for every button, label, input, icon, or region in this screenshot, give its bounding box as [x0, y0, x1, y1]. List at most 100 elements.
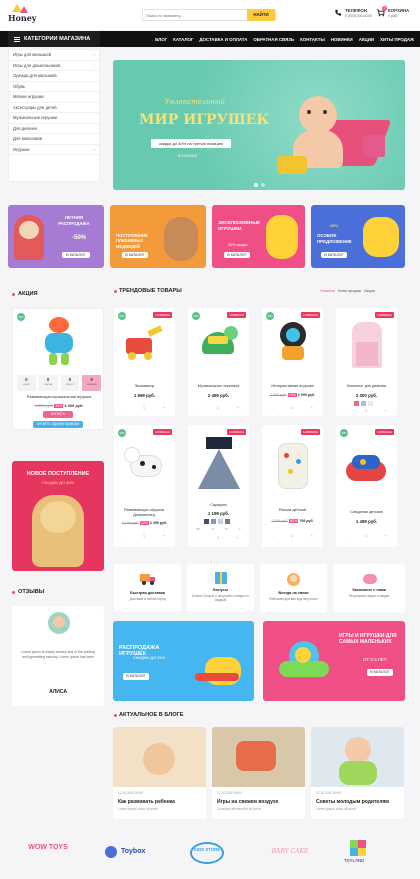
color-swatches[interactable] — [354, 401, 373, 406]
promo-button[interactable]: В КАТАЛОГ — [122, 252, 148, 258]
quantity-stepper[interactable]: -1 + — [346, 408, 387, 414]
slider-dot[interactable] — [254, 183, 258, 187]
logo[interactable]: Honey — [8, 4, 38, 26]
product-card[interactable]: ХИТ НОВИНКА Интерактивная игрушка 2 500 … — [262, 308, 323, 416]
quantity-stepper[interactable]: -1 + — [124, 533, 165, 539]
brand-logo-toyland[interactable]: TOYLAND — [342, 838, 402, 868]
sale-product-name[interactable]: Развивающая музыкальная игрушка — [13, 395, 105, 399]
promo-title: ЛЕТНЯЯ РАСПРОДАЖА — [58, 215, 90, 226]
phone-block[interactable]: ТЕЛЕФОН 8 (000) 000-00-00 — [334, 8, 374, 22]
site-header: Honey НАЙТИ ТЕЛЕФОН 8 (000) 000-00-00 0 … — [0, 0, 420, 30]
sidebar-item-music-toys[interactable]: Музыкальные игрушки — [9, 113, 99, 124]
tab-sales[interactable]: Акции — [364, 289, 375, 293]
feature-bonus: Бонусы Копите бонусы и получайте товары … — [187, 564, 254, 612]
hero-catalog-button[interactable]: В КАТАЛОГ — [175, 154, 201, 160]
sidebar-item-accessories[interactable]: Аксессуары для детей — [9, 103, 99, 113]
sidebar-item-baby-games[interactable]: Игры для малышей › — [9, 50, 99, 61]
slider-dot[interactable] — [261, 183, 265, 187]
tab-hits[interactable]: Хиты продаж — [338, 289, 361, 293]
promo-extra: -50% — [71, 235, 86, 241]
hero-title: МИР ИГРУШЕК — [139, 112, 270, 128]
quantity-stepper[interactable]: -1 + — [198, 405, 239, 411]
brand-logo-kids-store[interactable]: KIDS STORE — [184, 838, 244, 868]
nav-link-catalog[interactable]: КАТАЛОГ — [173, 37, 193, 42]
nav-link-hits[interactable]: ХИТЫ ПРОДАЖ — [380, 37, 414, 42]
sidebar-item-label: Обувь — [13, 83, 26, 89]
catalog-menu-button[interactable]: КАТЕГОРИИ МАГАЗИНА — [8, 31, 100, 47]
one-click-button[interactable]: КУПИТЬ ОДНИМ КЛИКОМ — [33, 421, 83, 428]
blog-post-card[interactable]: 12.10.2020 00:00 Советы молодым родителя… — [311, 727, 404, 819]
new-arrival-banner[interactable]: НОВОЕ ПОСТУПЛЕНИЕ СКИДКИ ДО 40% — [12, 461, 104, 571]
banner-toy-sale[interactable]: РАСПРОДАЖА ИГРУШЕК СКИДКИ ДО 25% В КАТАЛ… — [113, 621, 254, 701]
sidebar-item-shoes[interactable]: Обувь — [9, 82, 99, 92]
banner-little-ones[interactable]: ИГРЫ И ИГРУШКИ ДЛЯ САМЫХ МАЛЕНЬКИХ ОТ 0-… — [263, 621, 405, 701]
robot-owl-image — [268, 316, 317, 368]
blog-post-card[interactable]: 12.10.2020 00:00 Как развивать ребенка L… — [113, 727, 206, 819]
search-button[interactable]: НАЙТИ — [247, 9, 275, 21]
product-card[interactable]: НОВИНКА Комплект для девочки 2 300 руб. … — [336, 308, 397, 416]
product-card[interactable]: ХИТ НОВИНКА Экскаватор 1 599 руб. -1 + — [114, 308, 175, 416]
blog-post-card[interactable]: 12.10.2020 00:00 Игры на свежем воздухе … — [212, 727, 305, 819]
promo-summer-sale[interactable]: ЛЕТНЯЯ РАСПРОДАЖА -50% В КАТАЛОГ — [8, 205, 104, 268]
promo-button[interactable]: В КАТАЛОГ — [321, 252, 347, 258]
nav-link-new[interactable]: НОВИНКИ — [331, 37, 353, 42]
product-name: Развивающая игрушка Далматинец — [123, 508, 164, 517]
nav-link-contacts[interactable]: КОНТАКТЫ — [300, 37, 325, 42]
quantity-stepper[interactable]: -1 + — [124, 405, 165, 411]
nav-link-blog[interactable]: БЛОГ — [155, 37, 167, 42]
product-card[interactable]: ХИТ НОВИНКА Музыкальная черепаха 2 499 р… — [188, 308, 249, 416]
sidebar-item-boys[interactable]: Для мальчиков — [9, 134, 99, 145]
cart-block[interactable]: 0 КОРЗИНА 0 руб. — [376, 6, 416, 22]
brand-logo-wow-toys[interactable]: WOW TOYS — [22, 838, 82, 868]
sidebar-item-girls[interactable]: Для девочек — [9, 124, 99, 134]
brand-name: BABY CAKE — [271, 848, 309, 855]
brand-logo-baby-cake[interactable]: BABY CAKE — [263, 838, 323, 868]
search-input[interactable] — [146, 11, 246, 20]
product-price: 2 099 руб. — [297, 393, 316, 397]
chevron-right-icon: › — [93, 52, 95, 58]
nav-link-sales[interactable]: АКЦИИ — [359, 37, 374, 42]
sale-product-card[interactable]: ХИТ 0 дней 0 часов 0 минут 0 секунд Развиваю… — [12, 308, 104, 430]
timer-unit: минут — [65, 382, 75, 386]
turtle-toy-image — [194, 316, 243, 368]
sidebar-item-preschool[interactable]: Игры для дошкольников › — [9, 61, 99, 71]
product-card[interactable]: ХИТ НОВИНКА Развивающая игрушка Далматин… — [114, 425, 175, 547]
sidebar-item-soft-toys[interactable]: Мягкие игрушки — [9, 92, 99, 103]
color-swatches[interactable] — [204, 519, 230, 524]
new-badge: НОВИНКА — [301, 429, 320, 435]
product-card[interactable]: ХИТ НОВИНКА Сандалии детские 1 499 руб. … — [336, 425, 397, 547]
product-card[interactable]: НОВИНКА Сарафан 1 199 руб. XS S M L -1 + — [188, 425, 249, 547]
tab-new[interactable]: Новинки — [320, 289, 335, 293]
buy-button[interactable]: КУПИТЬ — [43, 411, 73, 418]
quantity-stepper[interactable]: -1 + — [272, 533, 313, 539]
promo-exclusive[interactable]: ЭКСКЛЮЗИВНЫЕ ИГРУШКИ 20% скидка В КАТАЛО… — [212, 205, 305, 268]
promo-special[interactable]: -30% ОСОБОЕ ПРЕДЛОЖЕНИЕ В КАТАЛОГ — [311, 205, 405, 268]
product-card[interactable]: НОВИНКА Рюкзак детский 1 199 руб. 80% 79… — [262, 425, 323, 547]
banner-catalog-button[interactable]: В КАТАЛОГ — [123, 673, 149, 680]
reviewer-avatar — [48, 612, 70, 634]
nav-link-delivery[interactable]: ДОСТАВКА И ОПЛАТА — [199, 37, 247, 42]
promo-button[interactable]: В КАТАЛОГ — [224, 252, 250, 258]
review-card: Lorem Ipsum is simply dummy text of the … — [12, 606, 104, 706]
size-options[interactable]: XS S M L — [196, 527, 241, 531]
nav-link-feedback[interactable]: ОБРАТНАЯ СВЯЗЬ — [253, 37, 294, 42]
timer-unit: секунд — [86, 382, 97, 386]
hero-subtitle: Увлекательный — [165, 98, 225, 106]
menu-icon — [14, 36, 20, 42]
sidebar-item-baby-clothes[interactable]: Одежда для малышей — [9, 71, 99, 82]
promo-button[interactable]: В КАТАЛОГ — [62, 252, 90, 258]
promo-extra: 20% скидка — [228, 243, 248, 247]
hero-slider[interactable]: Увлекательный МИР ИГРУШЕК скидка до 40% … — [113, 60, 405, 190]
promo-plush-bears[interactable]: ПОСТУПЛЕНИЕ ПЛЮШЕВЫХ МЕДВЕДЕЙ В КАТАЛОГ — [110, 205, 206, 268]
quantity-stepper[interactable]: -1 + — [346, 533, 387, 539]
brand-logo-toybox[interactable]: Toybox — [101, 838, 161, 868]
quantity-stepper[interactable]: -1 + — [272, 405, 313, 411]
banner-catalog-button[interactable]: В КАТАЛОГ — [367, 669, 393, 676]
girl-outfit-image — [342, 316, 391, 368]
sale-price: 3 000 руб. — [64, 403, 84, 408]
quantity-stepper[interactable]: -1 + — [198, 535, 239, 541]
cart-label: КОРЗИНА — [388, 8, 410, 13]
sidebar-item-toys[interactable]: Игрушки › — [9, 145, 99, 155]
timer-unit: часов — [44, 382, 53, 386]
blog-post-date: 12.10.2020 00:00 — [217, 791, 242, 795]
